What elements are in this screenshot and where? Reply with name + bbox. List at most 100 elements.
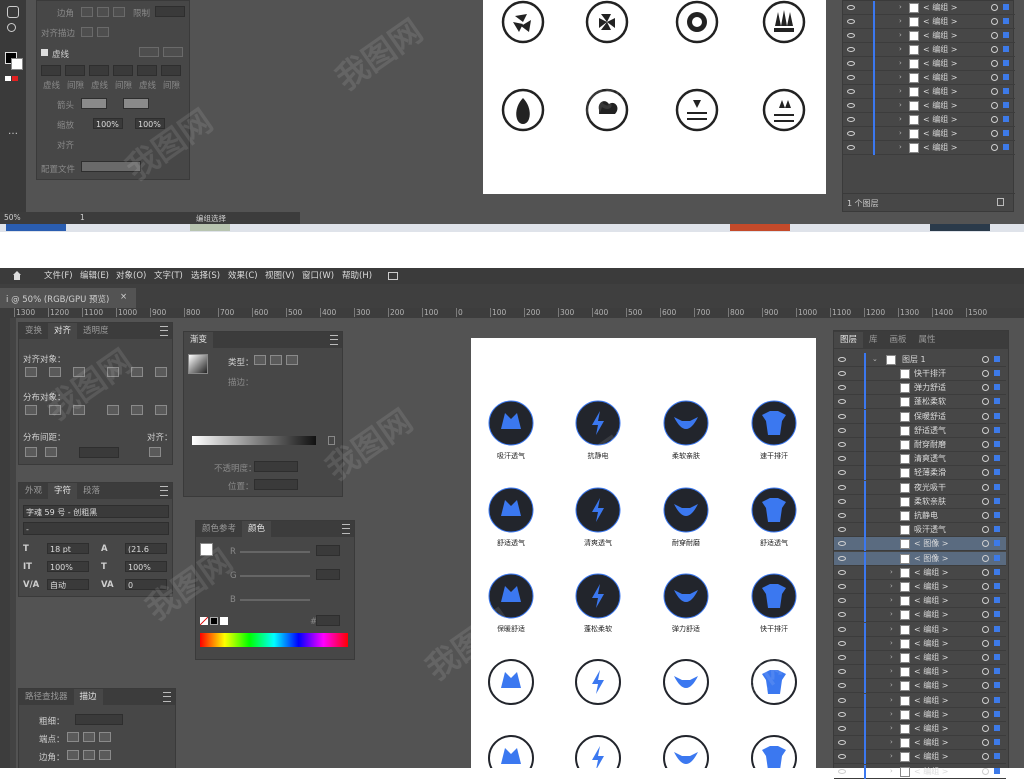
tab-color[interactable]: 颜色: [242, 521, 272, 537]
dist-vcenter-btn[interactable]: [49, 405, 61, 415]
layer-row[interactable]: 吸汗透气: [834, 523, 1006, 538]
linear-gradient-btn[interactable]: [254, 355, 266, 365]
corner-btn-3[interactable]: [113, 7, 125, 17]
dist-left-btn[interactable]: [107, 405, 119, 415]
target-icon[interactable]: [982, 583, 989, 590]
chevron-right-icon[interactable]: ›: [890, 566, 893, 579]
gradient-slider[interactable]: [192, 436, 316, 445]
freeform-gradient-btn[interactable]: [286, 355, 298, 365]
layer-row[interactable]: › < 编组 >: [834, 594, 1006, 609]
tab-layers[interactable]: 图层: [834, 332, 864, 348]
eye-icon[interactable]: [847, 47, 855, 52]
eye-icon[interactable]: [838, 768, 846, 774]
corner-bevel-btn[interactable]: [99, 750, 111, 760]
target-icon[interactable]: [982, 526, 989, 534]
eye-icon[interactable]: [838, 754, 846, 760]
water-wave-icon[interactable]: [488, 659, 534, 705]
eye-icon[interactable]: [838, 555, 846, 561]
tab-appearance[interactable]: 外观: [19, 483, 48, 499]
target-icon[interactable]: [982, 469, 989, 477]
taskbar-thumb[interactable]: [930, 224, 990, 231]
eye-icon[interactable]: [838, 569, 846, 575]
eye-icon[interactable]: [847, 5, 855, 10]
eye-icon[interactable]: [838, 357, 846, 362]
target-icon[interactable]: [982, 483, 989, 491]
shirt-icon[interactable]: [751, 659, 797, 705]
target-icon[interactable]: [982, 412, 989, 420]
position-field[interactable]: [254, 479, 298, 490]
eye-icon[interactable]: [838, 484, 846, 490]
tab-transparency[interactable]: 透明度: [77, 323, 115, 339]
gradient-mode-icon[interactable]: [12, 76, 18, 81]
target-icon[interactable]: [982, 767, 989, 775]
vertical-scale-field[interactable]: 100%: [47, 561, 89, 572]
channel-g-slider[interactable]: [240, 575, 310, 577]
layer-row[interactable]: › < 编组 >: [843, 15, 1015, 29]
eye-icon[interactable]: [847, 19, 855, 24]
layer-row[interactable]: 弹力舒适: [834, 381, 1006, 396]
layer-row[interactable]: 夜光吸干: [834, 480, 1006, 495]
eye-icon[interactable]: [838, 612, 846, 618]
profile-select[interactable]: [81, 161, 141, 172]
corner-miter-btn[interactable]: [67, 750, 79, 760]
target-icon[interactable]: [982, 682, 989, 690]
channel-r-slider[interactable]: [240, 551, 310, 553]
dist-hcenter-btn[interactable]: [131, 405, 143, 415]
kerning-field[interactable]: 自动: [47, 579, 89, 590]
align-stroke-btn-2[interactable]: [97, 27, 109, 37]
delete-stop-icon[interactable]: [328, 436, 335, 445]
layer-row[interactable]: › < 编组 >: [834, 565, 1006, 580]
layer-row[interactable]: › < 编组 >: [843, 71, 1015, 85]
layer-row[interactable]: 舒适透气: [834, 423, 1006, 438]
gap-3[interactable]: [161, 65, 181, 76]
zoom-tool-icon[interactable]: [7, 23, 16, 32]
menu-object[interactable]: 对象(O): [116, 268, 146, 284]
layer-row[interactable]: 轻薄柔滑: [834, 466, 1006, 481]
circulation-icon[interactable]: [575, 735, 621, 779]
layer-row[interactable]: › < 编组 >: [843, 1, 1015, 15]
align-bottom-btn[interactable]: [155, 367, 167, 377]
chevron-right-icon[interactable]: ›: [890, 694, 893, 707]
layer-row[interactable]: › < 编组 >: [834, 722, 1006, 736]
layer-row[interactable]: › < 编组 >: [843, 85, 1015, 99]
layer-row[interactable]: › < 编组 >: [843, 99, 1015, 113]
dash-3[interactable]: [137, 65, 157, 76]
align-to-btn[interactable]: [149, 447, 161, 457]
eye-icon[interactable]: [838, 697, 846, 703]
align-hcenter-btn[interactable]: [49, 367, 61, 377]
space-h-btn[interactable]: [45, 447, 57, 457]
target-icon[interactable]: [982, 455, 989, 463]
water-up-icon[interactable]: [751, 573, 797, 619]
align-vcenter-btn[interactable]: [131, 367, 143, 377]
none-swatch[interactable]: [200, 617, 208, 625]
menu-type[interactable]: 文字(T): [154, 268, 183, 284]
layer-row[interactable]: › < 编组 >: [834, 679, 1006, 694]
target-icon[interactable]: [982, 370, 989, 377]
lightning-icon[interactable]: [575, 400, 621, 446]
target-icon[interactable]: [982, 597, 989, 605]
layer-row[interactable]: 耐穿耐磨: [834, 438, 1006, 452]
layer-row[interactable]: 保暖舒适: [834, 409, 1006, 424]
heat-up-icon[interactable]: [751, 735, 797, 779]
eye-icon[interactable]: [838, 740, 846, 746]
dash-1[interactable]: [41, 65, 61, 76]
target-icon[interactable]: [982, 441, 989, 448]
corner-btn-1[interactable]: [81, 7, 93, 17]
target-icon[interactable]: [982, 654, 989, 661]
eye-icon[interactable]: [838, 669, 846, 675]
eye-icon[interactable]: [838, 598, 846, 604]
stroke-swatch[interactable]: [11, 58, 23, 70]
taskbar-thumb[interactable]: [6, 224, 66, 231]
gear-icon[interactable]: [663, 735, 709, 779]
menu-effect[interactable]: 效果(C): [228, 268, 258, 284]
chevron-right-icon[interactable]: ›: [890, 722, 893, 735]
limit-field[interactable]: [155, 6, 185, 17]
chevron-right-icon[interactable]: ›: [890, 765, 893, 778]
tab-artboards[interactable]: 画板: [884, 332, 913, 348]
trash-icon[interactable]: [997, 198, 1004, 206]
spacing-field[interactable]: [79, 447, 119, 458]
tab-properties[interactable]: 属性: [913, 332, 942, 348]
layer-row[interactable]: › < 编组 >: [834, 580, 1006, 594]
target-icon[interactable]: [982, 568, 989, 576]
tab-stroke[interactable]: 描边: [73, 689, 103, 705]
